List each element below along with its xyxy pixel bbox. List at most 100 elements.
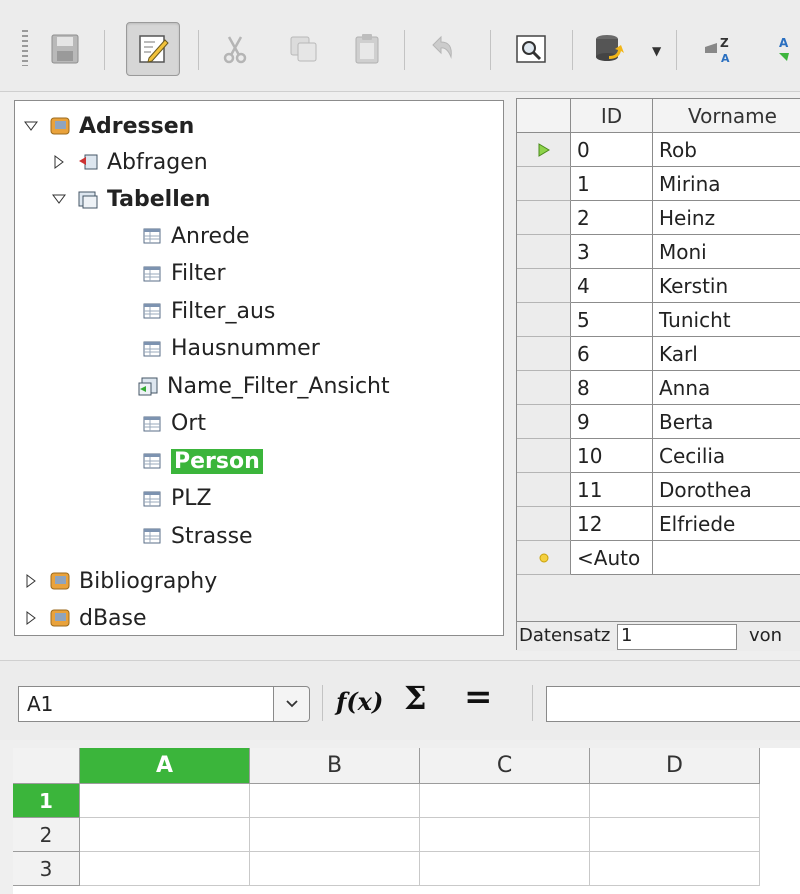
tree-node-tabellen[interactable]: Tabellen [51, 182, 210, 216]
row-header[interactable]: 3 [13, 852, 80, 886]
sheet-cell[interactable] [250, 818, 420, 852]
table-cell-id[interactable]: 9 [571, 405, 653, 439]
tree-node-abfragen[interactable]: Abfragen [51, 145, 208, 179]
sheet-cell[interactable] [250, 784, 420, 818]
expand-icon[interactable] [51, 191, 67, 207]
table-cell-vorname[interactable]: Mirina [653, 167, 800, 201]
paste-button[interactable] [340, 22, 394, 76]
sheet-cell[interactable] [590, 784, 760, 818]
sort-ascending-button[interactable]: A [764, 22, 800, 76]
table-cell-id[interactable]: 2 [571, 201, 653, 235]
row-selector[interactable] [517, 235, 571, 269]
sheet-cell[interactable] [250, 852, 420, 886]
table-cell-id[interactable]: 5 [571, 303, 653, 337]
row-selector[interactable] [517, 303, 571, 337]
table-cell-vorname[interactable]: Anna [653, 371, 800, 405]
find-record-button[interactable] [504, 22, 558, 76]
row-selector[interactable] [517, 473, 571, 507]
row-header[interactable]: 2 [13, 818, 80, 852]
tree-node-adressen[interactable]: Adressen [23, 109, 194, 143]
select-all-corner[interactable] [13, 748, 80, 784]
save-button[interactable] [38, 22, 92, 76]
sheet-cell[interactable] [420, 852, 590, 886]
table-cell-id[interactable]: 0 [571, 133, 653, 167]
new-row-selector[interactable] [517, 541, 571, 575]
undo-button[interactable] [414, 22, 468, 76]
table-cell-vorname[interactable]: Cecilia [653, 439, 800, 473]
column-header[interactable]: D [590, 748, 760, 784]
column-header[interactable]: B [250, 748, 420, 784]
cut-button[interactable] [208, 22, 262, 76]
tree-node-table[interactable]: PLZ [141, 482, 212, 516]
row-selector[interactable] [517, 371, 571, 405]
record-number-field[interactable]: 1 [617, 624, 737, 650]
table-cell-vorname[interactable]: Moni [653, 235, 800, 269]
column-header[interactable]: C [420, 748, 590, 784]
name-box-dropdown-button[interactable] [274, 686, 310, 722]
tree-node-bibliography[interactable]: Bibliography [23, 564, 217, 598]
sheet-cell[interactable] [80, 784, 250, 818]
tree-node-table[interactable]: Person [141, 444, 263, 478]
tree-node-table[interactable]: Hausnummer [141, 332, 320, 366]
sheet-cell[interactable] [80, 818, 250, 852]
table-cell-id[interactable]: 12 [571, 507, 653, 541]
table-cell-id[interactable]: 11 [571, 473, 653, 507]
table-cell-vorname[interactable]: Elfriede [653, 507, 800, 541]
new-row-cell[interactable] [653, 541, 800, 575]
tree-node-table[interactable]: Ort [141, 407, 206, 441]
tree-node-table[interactable]: Strasse [141, 519, 253, 553]
table-cell-id[interactable]: 3 [571, 235, 653, 269]
sum-button[interactable]: Σ [404, 679, 427, 717]
table-cell-vorname[interactable]: Berta [653, 405, 800, 439]
name-box[interactable]: A1 [18, 686, 274, 722]
collapsed-icon[interactable] [23, 573, 39, 589]
row-selector[interactable] [517, 269, 571, 303]
row-selector[interactable] [517, 133, 571, 167]
data-source-button[interactable] [582, 22, 636, 76]
edit-mode-button[interactable] [126, 22, 180, 76]
table-cell-id[interactable]: 1 [571, 167, 653, 201]
row-selector[interactable] [517, 439, 571, 473]
table-cell-vorname[interactable]: Heinz [653, 201, 800, 235]
tree-node-table[interactable]: Filter_aus [141, 294, 275, 328]
table-cell-id[interactable]: 6 [571, 337, 653, 371]
table-cell-vorname[interactable]: Dorothea [653, 473, 800, 507]
row-selector[interactable] [517, 507, 571, 541]
table-cell-id[interactable]: 10 [571, 439, 653, 473]
sheet-cell[interactable] [590, 852, 760, 886]
sheet-cell[interactable] [80, 852, 250, 886]
function-wizard-button[interactable]: f(x) [336, 687, 383, 716]
sheet-cell[interactable] [420, 784, 590, 818]
row-selector[interactable] [517, 201, 571, 235]
table-cell-vorname[interactable]: Kerstin [653, 269, 800, 303]
column-header-id[interactable]: ID [571, 99, 653, 133]
table-cell-vorname[interactable]: Karl [653, 337, 800, 371]
formula-button[interactable]: = [464, 677, 493, 717]
collapsed-icon[interactable] [51, 154, 67, 170]
sort-descending-button[interactable]: ZA [692, 22, 746, 76]
table-cell-id[interactable]: 4 [571, 269, 653, 303]
row-selector[interactable] [517, 337, 571, 371]
row-selector[interactable] [517, 405, 571, 439]
tree-node-table[interactable]: Name_Filter_Ansicht [137, 369, 390, 403]
tree-label-abfragen: Abfragen [107, 149, 208, 175]
row-selector[interactable] [517, 167, 571, 201]
expand-icon[interactable] [23, 118, 39, 134]
table-cell-vorname[interactable]: Rob [653, 133, 800, 167]
column-header[interactable]: A [80, 748, 250, 784]
formula-input[interactable] [546, 686, 800, 722]
sheet-cell[interactable] [420, 818, 590, 852]
toolbar-grip[interactable] [22, 30, 28, 66]
new-row-cell[interactable]: <Auto [571, 541, 653, 575]
table-cell-id[interactable]: 8 [571, 371, 653, 405]
tree-node-table[interactable]: Anrede [141, 219, 250, 253]
collapsed-icon[interactable] [23, 610, 39, 626]
column-header-vorname[interactable]: Vorname [653, 99, 800, 133]
chevron-down-icon[interactable]: ▼ [652, 44, 661, 58]
copy-button[interactable] [276, 22, 330, 76]
table-cell-vorname[interactable]: Tunicht [653, 303, 800, 337]
sheet-cell[interactable] [590, 818, 760, 852]
tree-node-dbase[interactable]: dBase [23, 601, 147, 635]
tree-node-table[interactable]: Filter [141, 257, 225, 291]
row-header[interactable]: 1 [13, 784, 80, 818]
